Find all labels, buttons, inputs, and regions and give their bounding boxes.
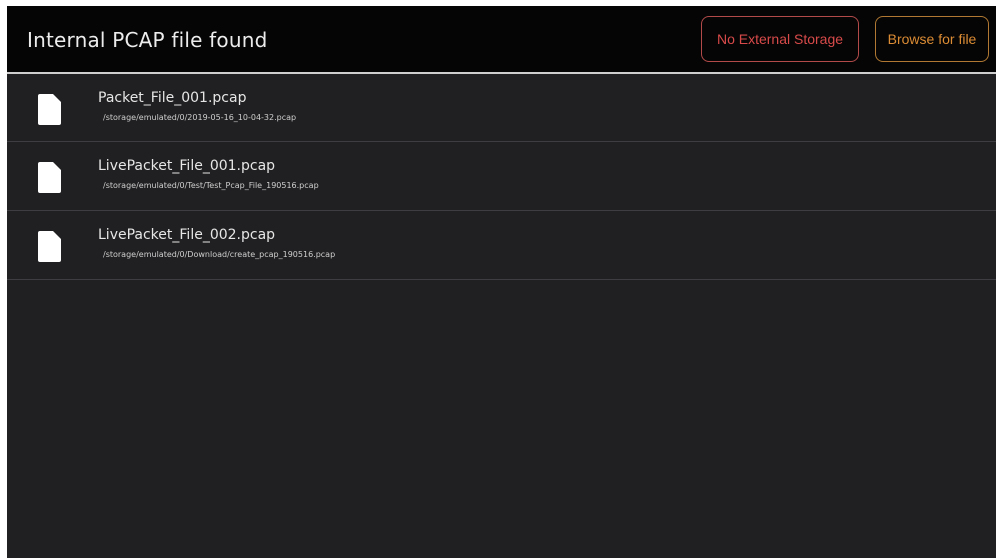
pcap-file-picker: Internal PCAP file found No External Sto… xyxy=(7,6,996,558)
page-title: Internal PCAP file found xyxy=(27,28,268,52)
file-path: /storage/emulated/0/2019-05-16_10-04-32.… xyxy=(103,113,297,122)
file-icon xyxy=(38,231,61,262)
file-path: /storage/emulated/0/Test/Test_Pcap_File_… xyxy=(103,181,319,190)
file-name: LivePacket_File_002.pcap xyxy=(98,227,276,243)
file-path: /storage/emulated/0/Download/create_pcap… xyxy=(103,250,336,259)
file-icon xyxy=(38,94,61,125)
file-row[interactable]: LivePacket_File_002.pcap /storage/emulat… xyxy=(7,211,996,280)
no-external-storage-button[interactable]: No External Storage xyxy=(701,16,859,62)
browse-for-file-button[interactable]: Browse for file xyxy=(875,16,989,62)
file-row[interactable]: Packet_File_001.pcap /storage/emulated/0… xyxy=(7,74,996,142)
file-row[interactable]: LivePacket_File_001.pcap /storage/emulat… xyxy=(7,142,996,211)
file-icon xyxy=(38,162,61,193)
file-name: LivePacket_File_001.pcap xyxy=(98,158,276,174)
file-list: Packet_File_001.pcap /storage/emulated/0… xyxy=(7,74,996,280)
file-name: Packet_File_001.pcap xyxy=(98,90,247,106)
header-bar: Internal PCAP file found No External Sto… xyxy=(7,6,996,74)
